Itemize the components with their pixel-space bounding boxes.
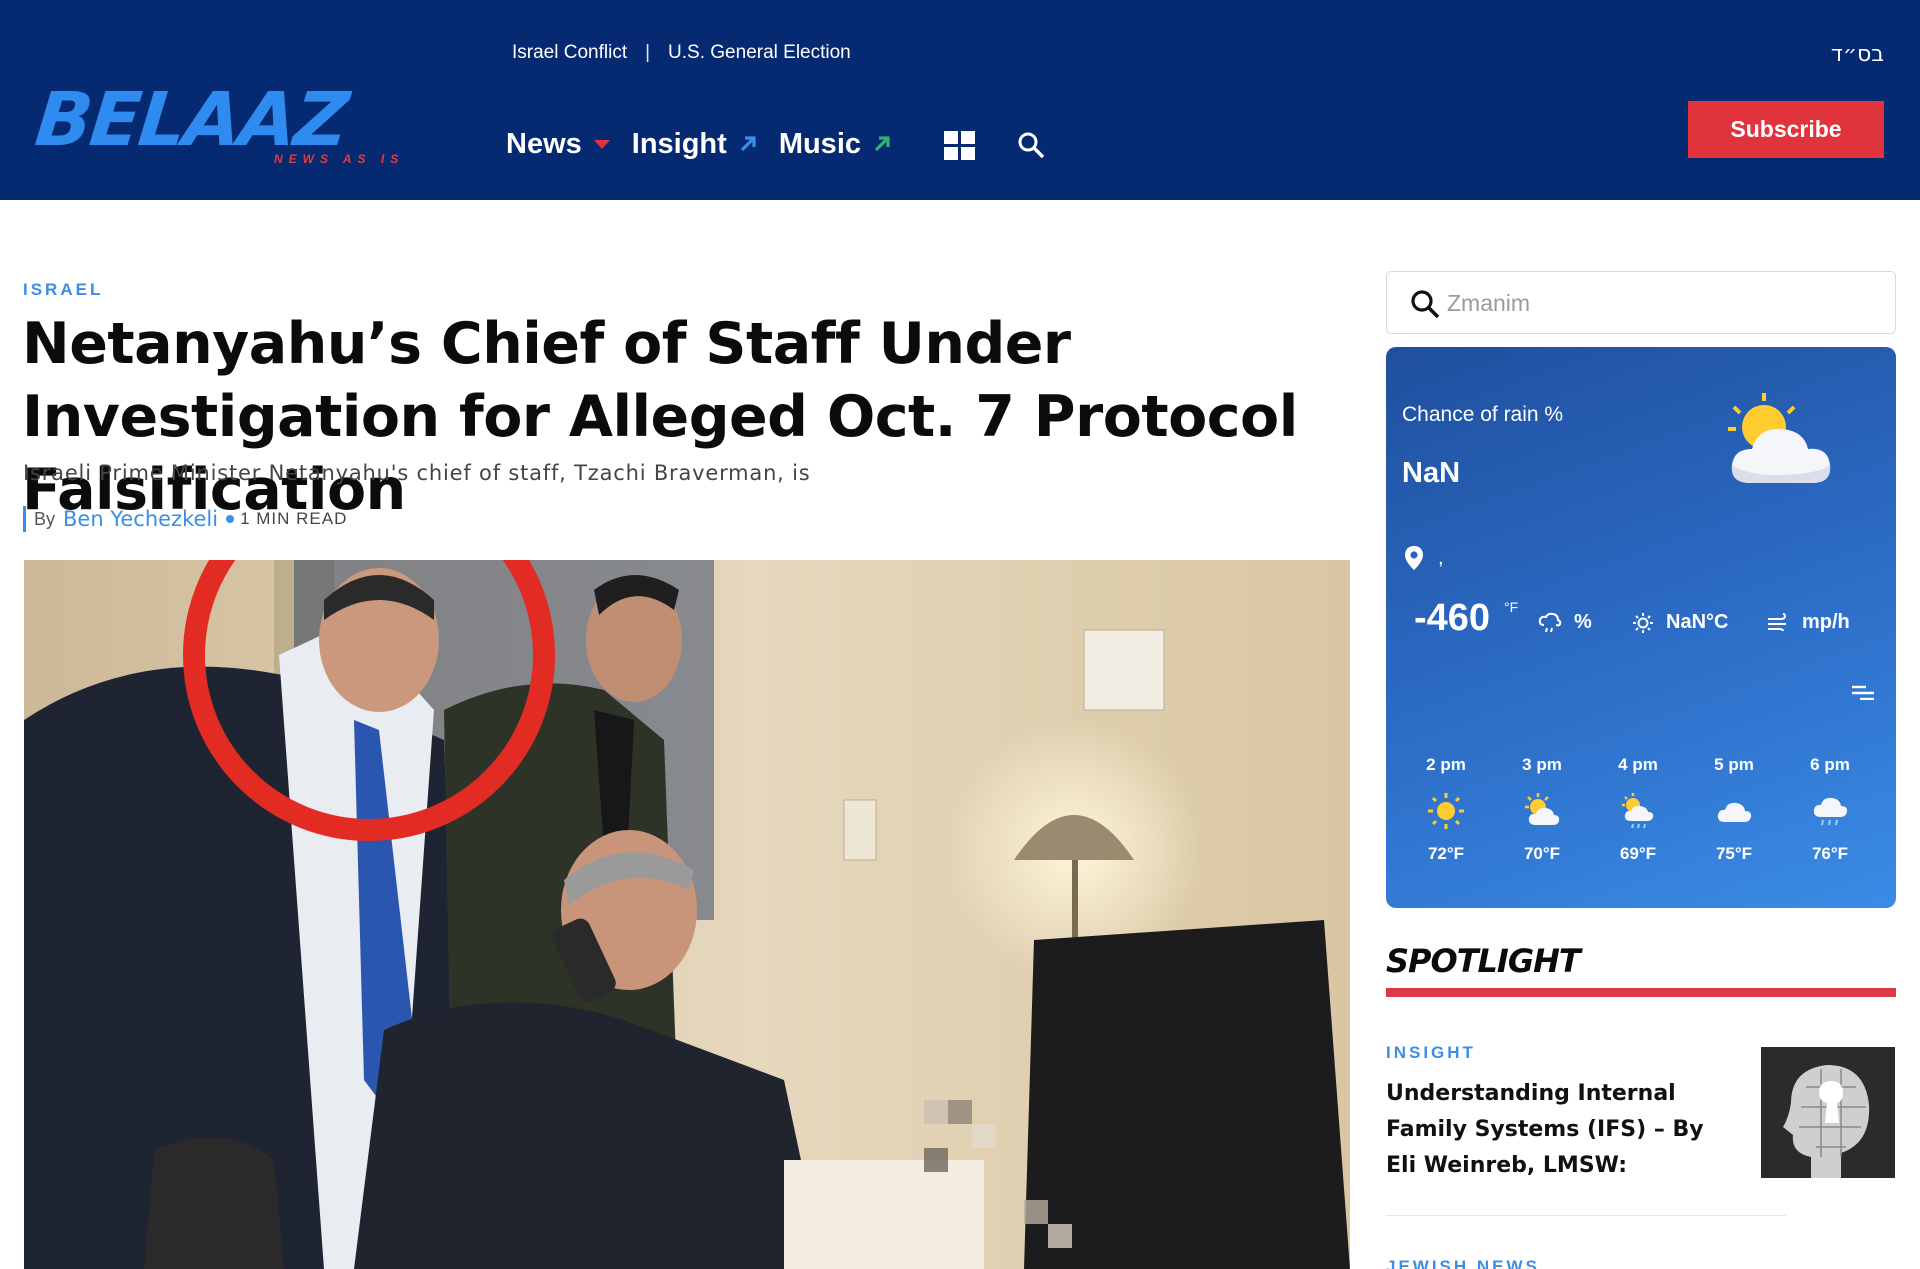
forecast-hour: 5 pm 75°F [1694, 755, 1774, 864]
logo-wordmark: BELAAZ [31, 77, 351, 163]
spotlight-category[interactable]: JEWISH NEWS [1386, 1257, 1540, 1269]
sun-small-icon [1633, 612, 1653, 633]
map-pin-icon [1405, 546, 1423, 570]
forecast-temp: 69°F [1619, 844, 1657, 863]
forecast-time: 6 pm [1810, 755, 1850, 774]
subscribe-button[interactable]: Subscribe [1688, 101, 1884, 158]
grid-menu-icon[interactable] [944, 131, 975, 160]
humidity-stat: % [1538, 611, 1592, 634]
byline-prefix: By [34, 508, 56, 529]
nav-item-label: Music [778, 127, 861, 160]
hourly-forecast: 2 pm 72°F 3 pm 70°F 4 pm 69°F 5 pm 75°F … [1406, 755, 1886, 875]
forecast-temp: 72°F [1427, 844, 1465, 863]
spotlight-heading: SPOTLIGHT [1386, 942, 1581, 980]
temp-value: -460 [1414, 597, 1491, 639]
nav-item-music[interactable]: Music [779, 128, 891, 161]
spotlight-thumbnail[interactable] [1761, 1047, 1895, 1178]
weather-current: -460 °F % NaN°C mp/h [1414, 597, 1884, 647]
spotlight-category[interactable]: INSIGHT [1386, 1043, 1476, 1063]
logo-tagline: NEWS AS IS [274, 152, 405, 166]
search-icon[interactable] [1016, 130, 1046, 160]
forecast-time: 5 pm [1714, 755, 1754, 774]
nav-item-news[interactable]: News [506, 128, 610, 161]
arrow-up-right-icon [874, 136, 890, 152]
cloud-rain-icon [1813, 797, 1848, 826]
article-title: Netanyahu’s Chief of Staff Under Investi… [22, 311, 1298, 523]
zmanim-search [1386, 271, 1896, 334]
forecast-hour: 6 pm 76°F [1790, 755, 1870, 864]
cloud-sun-rain-icon [1622, 793, 1654, 829]
weather-location: , [1404, 545, 1444, 571]
forecast-time: 2 pm [1426, 755, 1466, 774]
cloud-icon [1717, 802, 1752, 822]
author-link[interactable]: Ben Yechezkeli [63, 507, 218, 531]
weather-widget: Chance of rain % NaN , -460 °F % NaN°C m… [1386, 347, 1896, 908]
wind-stat: mp/h [1766, 611, 1850, 634]
forecast-hour: 2 pm 72°F [1406, 755, 1486, 864]
partly-cloudy-icon [1525, 793, 1560, 825]
search-icon [1411, 290, 1440, 319]
forecast-time: 4 pm [1618, 755, 1658, 774]
site-header: BELAAZ NEWS AS IS Israel Conflict | U.S.… [0, 0, 1920, 200]
wind-value: mp/h [1802, 611, 1850, 633]
forecast-temp: 75°F [1715, 844, 1753, 863]
forecast-hour: 4 pm 69°F [1598, 755, 1678, 864]
forecast-time: 3 pm [1522, 755, 1562, 774]
read-time: 1 MIN READ [240, 509, 348, 528]
top-links: Israel Conflict | U.S. General Election [512, 40, 851, 66]
caret-down-icon [593, 139, 610, 149]
cloud-drizzle-icon [1538, 612, 1562, 632]
menu-lines-icon[interactable] [1852, 684, 1874, 700]
feels-like-value: NaN°C [1666, 611, 1729, 633]
arrow-up-right-icon [740, 136, 756, 152]
wind-icon [1768, 612, 1787, 631]
main-nav: News Insight Music [506, 122, 913, 166]
zmanim-search-input[interactable] [1447, 284, 1867, 322]
forecast-temp: 76°F [1811, 844, 1849, 863]
hero-photo-illustration [24, 560, 1350, 1269]
article-hero-image [24, 560, 1350, 1269]
sun-icon [1428, 793, 1464, 829]
current-temperature: -460 °F [1414, 597, 1518, 640]
rain-chance-label: Chance of rain % [1402, 403, 1564, 426]
feels-like-stat: NaN°C [1632, 611, 1728, 634]
rain-chance-value: NaN [1402, 457, 1461, 489]
site-logo[interactable]: BELAAZ NEWS AS IS [31, 77, 416, 172]
nav-item-label: Insight [631, 127, 727, 160]
top-link-separator: | [645, 42, 651, 63]
nav-item-insight[interactable]: Insight [632, 128, 757, 161]
hebrew-blessing: בס״ד [1830, 42, 1884, 67]
spotlight-bar [1386, 988, 1896, 997]
forecast-temp: 70°F [1523, 844, 1561, 863]
spotlight-headline[interactable]: Understanding Internal Family Systems (I… [1386, 1076, 1736, 1184]
temp-unit: °F [1504, 599, 1519, 615]
byline-dot [226, 515, 235, 523]
nav-item-label: News [506, 127, 582, 160]
spotlight-divider [1386, 1215, 1786, 1216]
article-category[interactable]: ISRAEL [23, 280, 103, 300]
byline-accent-bar [23, 506, 26, 532]
top-link-us-election[interactable]: U.S. General Election [668, 42, 851, 64]
location-name: , [1438, 546, 1444, 569]
partly-cloudy-icon [1728, 393, 1831, 483]
humidity-value: % [1574, 611, 1592, 633]
top-link-israel-conflict[interactable]: Israel Conflict [512, 42, 627, 64]
byline: By Ben Yechezkeli 1 MIN READ [23, 505, 347, 533]
head-puzzle-illustration [1761, 1047, 1895, 1178]
article-excerpt: Israeli Prime Minister Netanyahu's chief… [23, 461, 811, 485]
forecast-hour: 3 pm 70°F [1502, 755, 1582, 864]
